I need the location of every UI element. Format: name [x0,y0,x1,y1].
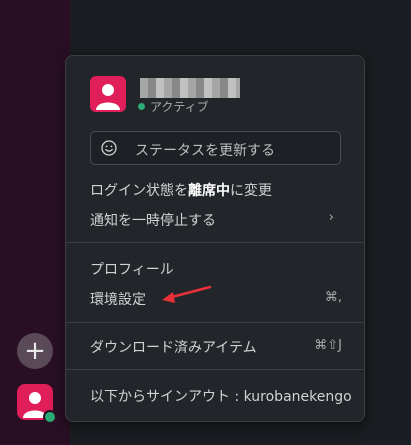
preferences-shortcut: ⌘, [324,290,342,305]
workspace-sidebar [0,0,70,445]
menu-divider [66,322,364,323]
user-menu: アクティブ ステータスを更新する ログイン状態を離席中に変更 通知を一時停止する… [65,55,365,422]
set-away-item[interactable]: ログイン状態を離席中に変更 [66,175,364,203]
add-workspace-button[interactable]: + [17,333,53,369]
status-update-input[interactable]: ステータスを更新する [90,131,341,165]
presence-indicator [43,410,57,424]
sign-out-label: 以下からサインアウト : kurobanekengo [90,389,352,405]
smile-icon [101,140,117,156]
active-status-dot [138,103,145,110]
preferences-item[interactable]: 環境設定 ⌘, [66,284,364,312]
user-status-text: アクティブ [150,100,209,114]
downloads-item[interactable]: ダウンロード済みアイテム ⌘⇧J [66,332,364,360]
pause-notifications-item[interactable]: 通知を一時停止する › [66,205,364,233]
sign-out-item[interactable]: 以下からサインアウト : kurobanekengo [66,381,364,409]
downloads-label: ダウンロード済みアイテム [90,340,257,356]
profile-label: プロフィール [90,262,174,278]
red-arrow-icon [162,285,212,303]
profile-item[interactable]: プロフィール [66,254,364,282]
status-placeholder: ステータスを更新する [135,143,275,159]
menu-divider [66,242,364,243]
set-away-label: ログイン状態を離席中に変更 [90,183,272,199]
user-header: アクティブ [90,76,350,116]
pause-notifications-label: 通知を一時停止する [90,213,216,229]
user-name-redacted [140,78,240,98]
menu-divider [66,369,364,370]
downloads-shortcut: ⌘⇧J [314,338,342,353]
preferences-label: 環境設定 [90,292,146,308]
chevron-right-icon: › [328,210,334,225]
plus-icon: + [24,336,46,366]
person-icon [96,84,120,110]
user-menu-avatar [90,76,126,112]
